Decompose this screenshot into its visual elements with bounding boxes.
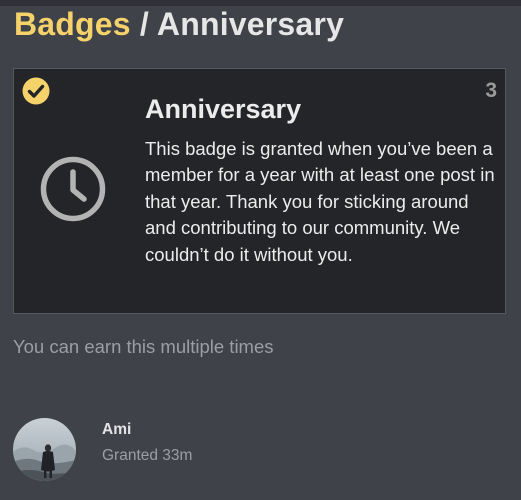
badge-page: Badges / Anniversary 3 Anniversary This … xyxy=(0,0,521,500)
badge-card: 3 Anniversary This badge is granted when… xyxy=(13,68,506,314)
granted-time: Granted 33m xyxy=(102,447,193,464)
grantee-username[interactable]: Ami xyxy=(102,420,131,440)
clock-icon xyxy=(40,156,106,222)
badge-description: This badge is granted when you’ve been a… xyxy=(145,138,495,265)
page-title: Anniversary xyxy=(156,6,345,42)
avatar[interactable] xyxy=(13,418,76,481)
breadcrumb-badges-link[interactable]: Badges xyxy=(14,6,131,42)
check-circle-icon xyxy=(22,77,50,105)
multiple-times-note: You can earn this multiple times xyxy=(13,336,274,357)
badge-name: Anniversary xyxy=(145,94,302,124)
breadcrumb-separator: / xyxy=(130,6,157,42)
breadcrumb: Badges / Anniversary xyxy=(14,2,344,46)
badge-grant-count: 3 xyxy=(485,79,497,102)
